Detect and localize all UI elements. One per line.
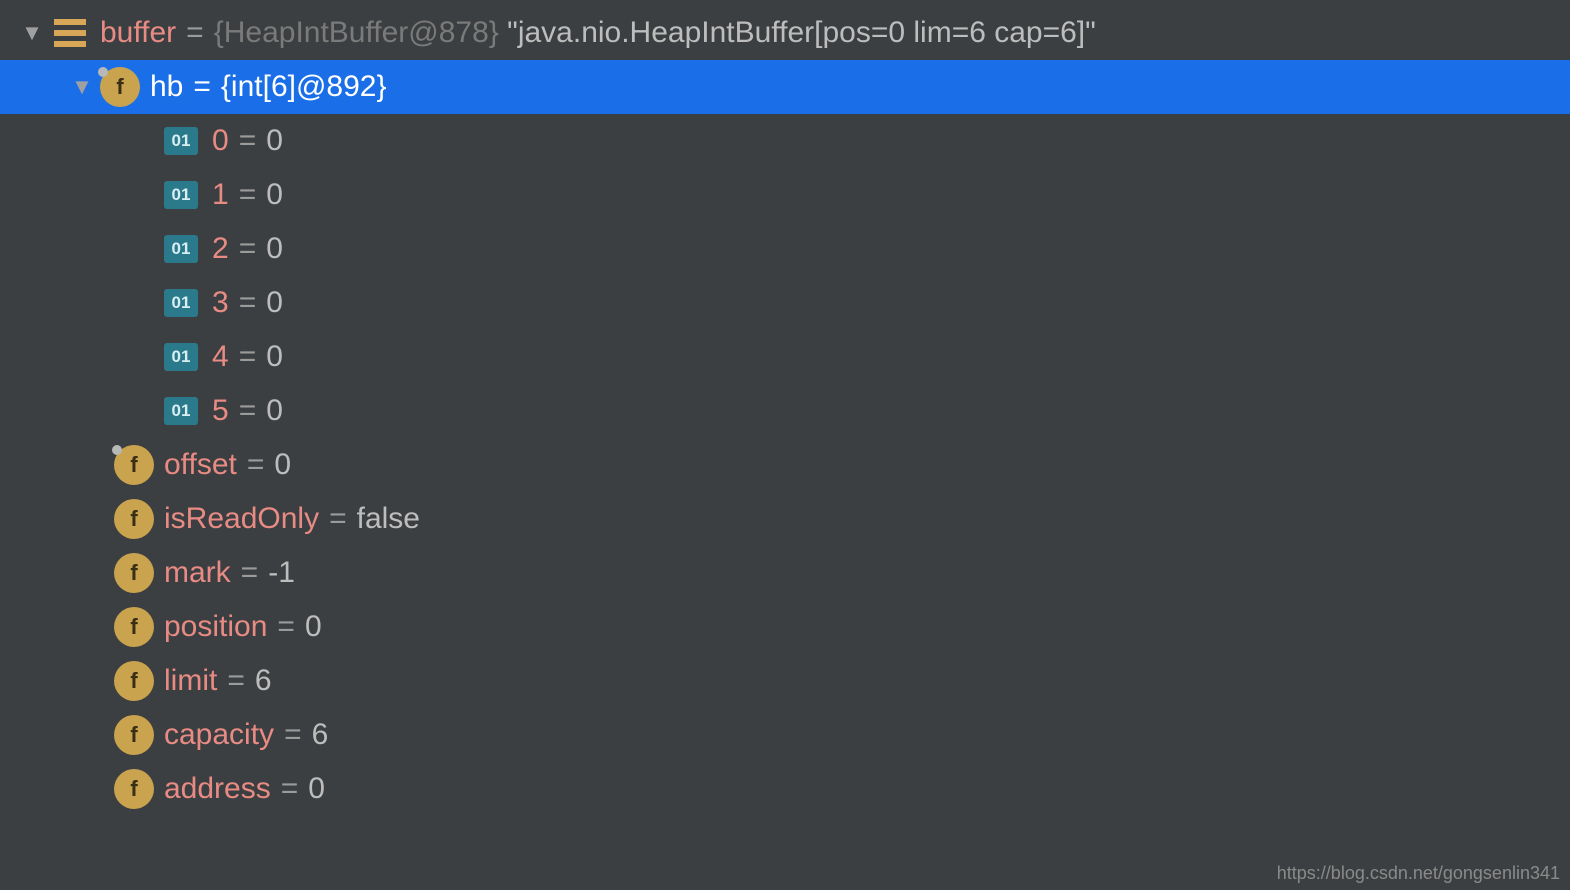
field-icon: f <box>114 607 154 647</box>
var-name: 4 <box>212 330 229 384</box>
equals-sign: = <box>284 708 302 762</box>
equals-sign: = <box>186 6 204 60</box>
var-value: "java.nio.HeapIntBuffer[pos=0 lim=6 cap=… <box>507 6 1096 60</box>
field-icon: f <box>114 769 154 809</box>
tree-row-array-item[interactable]: 01 3 = 0 <box>0 276 1570 330</box>
field-icon: f <box>114 715 154 755</box>
object-icon <box>50 13 90 53</box>
var-value: 0 <box>274 438 291 492</box>
field-icon: f <box>114 499 154 539</box>
equals-sign: = <box>239 222 257 276</box>
var-name: address <box>164 762 271 816</box>
primitive-icon: 01 <box>164 343 198 371</box>
tree-row-array-item[interactable]: 01 4 = 0 <box>0 330 1570 384</box>
var-value: 6 <box>312 708 329 762</box>
var-name: isReadOnly <box>164 492 319 546</box>
equals-sign: = <box>277 600 295 654</box>
field-icon: f <box>114 661 154 701</box>
expand-arrow-icon[interactable]: ▼ <box>14 6 50 60</box>
var-value: -1 <box>268 546 295 600</box>
equals-sign: = <box>247 438 265 492</box>
var-value: 0 <box>305 600 322 654</box>
primitive-icon: 01 <box>164 181 198 209</box>
tree-row-field[interactable]: foffset = 0 <box>0 438 1570 492</box>
var-name: 3 <box>212 276 229 330</box>
primitive-icon: 01 <box>164 127 198 155</box>
expand-arrow-icon[interactable]: ▼ <box>64 60 100 114</box>
var-name: offset <box>164 438 237 492</box>
var-value: 0 <box>266 168 283 222</box>
primitive-icon: 01 <box>164 289 198 317</box>
var-value: 6 <box>255 654 272 708</box>
equals-sign: = <box>193 60 211 114</box>
var-name: 0 <box>212 114 229 168</box>
watermark-text: https://blog.csdn.net/gongsenlin341 <box>1277 863 1560 884</box>
var-name: position <box>164 600 267 654</box>
var-name: 2 <box>212 222 229 276</box>
var-value: 0 <box>266 384 283 438</box>
tree-row-array-item[interactable]: 01 1 = 0 <box>0 168 1570 222</box>
field-icon: f <box>100 67 140 107</box>
var-name: 5 <box>212 384 229 438</box>
var-value: 0 <box>266 276 283 330</box>
var-value: 0 <box>308 762 325 816</box>
var-name: buffer <box>100 6 176 60</box>
tree-row-field[interactable]: faddress = 0 <box>0 762 1570 816</box>
equals-sign: = <box>227 654 245 708</box>
var-value: 0 <box>266 330 283 384</box>
equals-sign: = <box>239 114 257 168</box>
var-name: 1 <box>212 168 229 222</box>
field-icon: f <box>114 445 154 485</box>
equals-sign: = <box>239 276 257 330</box>
tree-row-hb[interactable]: ▼ f hb = {int[6]@892} <box>0 60 1570 114</box>
var-value: 0 <box>266 222 283 276</box>
var-name: mark <box>164 546 231 600</box>
equals-sign: = <box>239 168 257 222</box>
primitive-icon: 01 <box>164 235 198 263</box>
var-value: {int[6]@892} <box>221 60 387 114</box>
tree-row-field[interactable]: fcapacity = 6 <box>0 708 1570 762</box>
primitive-icon: 01 <box>164 397 198 425</box>
equals-sign: = <box>239 330 257 384</box>
equals-sign: = <box>239 384 257 438</box>
tree-row-array-item[interactable]: 01 2 = 0 <box>0 222 1570 276</box>
tree-row-field[interactable]: fmark = -1 <box>0 546 1570 600</box>
variables-tree: ▼ buffer = {HeapIntBuffer@878} "java.nio… <box>0 0 1570 816</box>
equals-sign: = <box>329 492 347 546</box>
field-icon: f <box>114 553 154 593</box>
equals-sign: = <box>281 762 299 816</box>
var-value: 0 <box>266 114 283 168</box>
var-type: {HeapIntBuffer@878} <box>214 6 499 60</box>
tree-row-field[interactable]: fisReadOnly = false <box>0 492 1570 546</box>
tree-row-field[interactable]: fposition = 0 <box>0 600 1570 654</box>
tree-row-array-item[interactable]: 01 0 = 0 <box>0 114 1570 168</box>
var-name: capacity <box>164 708 274 762</box>
var-name: hb <box>150 60 183 114</box>
var-value: false <box>357 492 420 546</box>
tree-row-buffer[interactable]: ▼ buffer = {HeapIntBuffer@878} "java.nio… <box>0 6 1570 60</box>
equals-sign: = <box>241 546 259 600</box>
tree-row-field[interactable]: flimit = 6 <box>0 654 1570 708</box>
var-name: limit <box>164 654 217 708</box>
tree-row-array-item[interactable]: 01 5 = 0 <box>0 384 1570 438</box>
